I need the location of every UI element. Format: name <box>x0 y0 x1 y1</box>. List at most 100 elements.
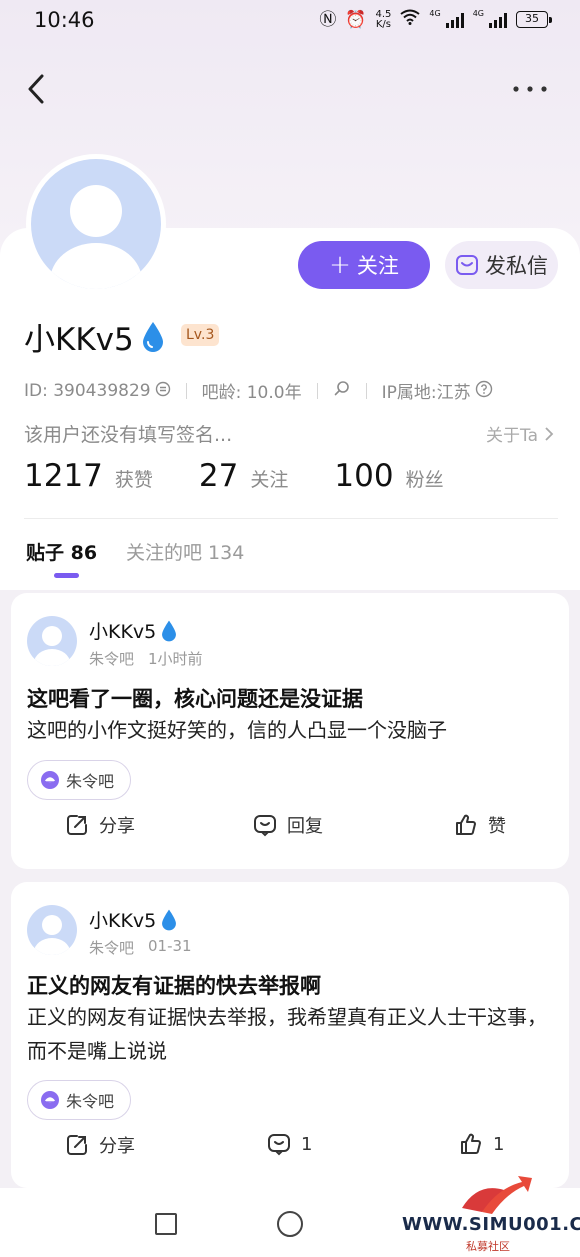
private-message-button[interactable]: 发私信 <box>445 241 558 289</box>
username-text: 小KKv5 <box>24 322 134 358</box>
chevron-right-icon <box>545 426 554 441</box>
default-avatar-icon <box>50 185 142 289</box>
level-badge: Lv.3 <box>181 324 220 346</box>
stat-fans[interactable]: 100 粉丝 <box>334 458 443 494</box>
search-icon[interactable] <box>333 379 351 402</box>
follow-label: 关注 <box>356 254 399 278</box>
stat-label: 获赞 <box>114 469 153 491</box>
stat-label: 粉丝 <box>405 469 444 491</box>
net-speed-unit: K/s <box>375 18 392 30</box>
thumbs-up-icon <box>461 1133 481 1154</box>
post-avatar[interactable] <box>27 616 77 666</box>
bar-age: 吧龄: 10.0年 <box>201 383 302 403</box>
stat-number: 1217 <box>24 458 103 494</box>
profile-meta: ID: 390439829 吧龄: 10.0年 IP属地:江苏 <box>24 378 493 403</box>
reply-icon <box>268 1134 290 1156</box>
post-body: 正义的网友有证据快去举报，我希望真有正义人士干这事，而不是嘴上说说 <box>27 1005 547 1063</box>
share-button[interactable]: 分享 <box>65 812 135 838</box>
signal-1-label: 4G <box>429 9 441 18</box>
stat-likes: 1217 获赞 <box>24 458 153 494</box>
ip-location: IP属地:江苏 <box>381 383 471 403</box>
bar-tag-label: 朱令吧 <box>66 772 115 791</box>
status-time: 10:46 <box>34 8 95 32</box>
net-speed-value: 4.5 <box>375 8 392 20</box>
post-bar-name: 朱令吧 <box>89 939 135 957</box>
bar-tag-chip[interactable]: 朱令吧 <box>27 1080 132 1120</box>
stat-number: 27 <box>198 458 239 494</box>
username: 小KKv5 <box>24 314 166 359</box>
post-author[interactable]: 小KKv5 <box>89 906 178 933</box>
profile-page: 10:46 Ⓝ ⏰ 4.5 K/s 4G 4G 35 + 关注 发私信 小KKv… <box>0 0 580 1257</box>
thumbs-up-icon <box>456 814 476 835</box>
divider <box>316 382 318 399</box>
post-author[interactable]: 小KKv5 <box>89 617 178 644</box>
post-meta: 朱令吧 1小时前 <box>89 648 203 669</box>
like-button[interactable]: 赞 <box>454 812 506 838</box>
about-label: 关于Ta <box>486 426 538 446</box>
post-avatar[interactable] <box>27 905 77 955</box>
stat-label: 关注 <box>250 469 289 491</box>
more-icon[interactable] <box>510 78 550 100</box>
status-bar: 10:46 Ⓝ ⏰ 4.5 K/s 4G 4G 35 <box>0 0 580 44</box>
back-icon[interactable] <box>24 70 54 108</box>
watermark-subtext: 私募社区 <box>466 1240 510 1253</box>
post-card[interactable]: 小KKv5 朱令吧 1小时前 这吧看了一圈，核心问题还是没证据 这吧的小作文挺好… <box>11 593 569 869</box>
divider <box>185 382 187 399</box>
post-title[interactable]: 正义的网友有证据的快去举报啊 <box>27 970 321 1000</box>
stats-divider <box>24 518 558 519</box>
water-drop-icon <box>162 909 177 930</box>
water-drop-icon <box>162 620 177 641</box>
post-author-name: 小KKv5 <box>89 910 157 932</box>
post-author-name: 小KKv5 <box>89 621 157 643</box>
post-body: 这吧的小作文挺好笑的，信的人凸显一个没脑子 <box>27 718 447 742</box>
stat-number: 100 <box>334 458 394 494</box>
reply-label: 回复 <box>287 816 323 837</box>
like-count: 1 <box>493 1133 505 1155</box>
tab-followed-bars[interactable]: 关注的吧 134 <box>126 538 244 565</box>
post-card[interactable]: 小KKv5 朱令吧 01-31 正义的网友有证据的快去举报啊 正义的网友有证据快… <box>11 882 569 1188</box>
plus-icon: + <box>329 250 351 280</box>
profile-stats: 1217 获赞 27 关注 100 粉丝 <box>24 458 490 494</box>
share-label: 分享 <box>99 816 135 837</box>
post-meta: 朱令吧 01-31 <box>89 937 192 958</box>
signal-1-icon <box>445 12 464 28</box>
stat-following[interactable]: 27 关注 <box>199 458 288 494</box>
nfc-icon: Ⓝ <box>319 9 337 30</box>
message-icon <box>456 255 478 275</box>
post-title[interactable]: 这吧看了一圈，核心问题还是没证据 <box>27 683 363 713</box>
bio-text: 该用户还没有填写签名... <box>24 424 233 446</box>
post-actions: 分享 回复 赞 <box>11 812 569 852</box>
like-button[interactable]: 1 <box>459 1132 504 1156</box>
profile-avatar[interactable] <box>26 154 166 294</box>
help-icon[interactable] <box>475 380 493 402</box>
bar-tag-chip[interactable]: 朱令吧 <box>27 760 132 800</box>
follow-button[interactable]: + 关注 <box>298 241 430 289</box>
post-actions: 分享 1 1 <box>11 1132 569 1172</box>
signal-2-label: 4G <box>472 9 484 18</box>
share-icon <box>67 1135 87 1155</box>
about-link[interactable]: 关于Ta <box>486 421 554 446</box>
reply-button[interactable]: 1 <box>267 1132 312 1156</box>
default-avatar-icon <box>34 915 70 955</box>
water-drop-icon <box>142 321 163 352</box>
post-bar-name: 朱令吧 <box>89 650 135 668</box>
net-speed: 4.5 K/s <box>375 8 392 30</box>
share-button[interactable]: 分享 <box>65 1132 135 1158</box>
reply-icon <box>254 815 276 837</box>
tab-posts[interactable]: 贴子 86 <box>26 538 97 565</box>
active-tab-indicator <box>54 573 79 578</box>
divider <box>365 382 367 399</box>
reply-button[interactable]: 回复 <box>253 812 323 838</box>
like-label: 赞 <box>488 816 506 837</box>
bar-icon <box>41 771 59 789</box>
status-icons: Ⓝ ⏰ 4.5 K/s 4G 4G 35 <box>319 8 552 30</box>
user-id: ID: 390439829 <box>24 380 151 401</box>
message-label: 发私信 <box>485 254 548 278</box>
reply-count: 1 <box>301 1133 313 1155</box>
alarm-icon: ⏰ <box>345 9 367 30</box>
home-icon[interactable] <box>277 1211 303 1237</box>
recent-apps-icon[interactable] <box>155 1213 177 1235</box>
copy-icon[interactable] <box>155 381 171 401</box>
signal-2-icon <box>489 12 507 28</box>
bar-icon <box>41 1091 59 1109</box>
